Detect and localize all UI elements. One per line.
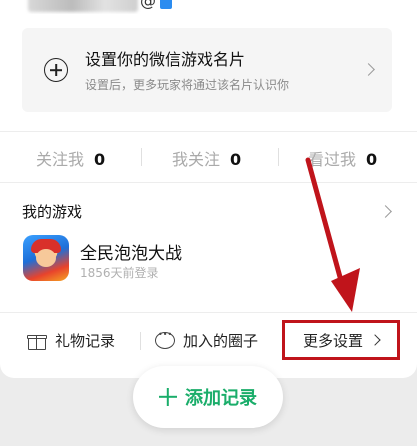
game-name[interactable]: 全民泡泡大战 <box>80 239 182 264</box>
game-last-login: 1856天前登录 <box>80 266 159 280</box>
more-settings-label: 更多设置 <box>302 331 363 350</box>
promo-title: 设置你的微信游戏名片 <box>85 50 246 69</box>
stat-followers[interactable]: 关注我 0 <box>36 146 105 170</box>
divider <box>0 312 417 313</box>
game-card-promo[interactable]: 设置你的微信游戏名片 设置后，更多玩家将通过该名片认识你 <box>22 28 392 112</box>
promo-subtitle: 设置后，更多玩家将通过该名片认识你 <box>85 78 290 92</box>
blurred-badge <box>160 0 172 9</box>
stat-separator <box>141 148 142 166</box>
divider <box>0 131 417 132</box>
joined-circles-label: 加入的圈子 <box>183 332 259 350</box>
joined-circles-button[interactable]: 加入的圈子 <box>155 330 258 351</box>
chevron-right-icon[interactable] <box>379 205 392 218</box>
stats-row: 关注我 0 我关注 0 看过我 0 <box>0 138 417 174</box>
chevron-right-icon <box>362 63 375 76</box>
gift-records-button[interactable]: 礼物记录 <box>27 330 115 351</box>
my-games-title[interactable]: 我的游戏 <box>22 201 82 222</box>
stat-visitors[interactable]: 看过我 0 <box>308 146 377 170</box>
divider <box>0 182 417 183</box>
more-settings-button[interactable]: 更多设置 <box>282 320 400 360</box>
chat-bubble-icon <box>155 330 175 349</box>
gift-icon <box>27 332 47 350</box>
chevron-right-icon <box>369 334 381 346</box>
game-icon-face <box>36 249 56 267</box>
stat-separator <box>278 148 279 166</box>
game-app-icon[interactable] <box>23 235 69 281</box>
blurred-name <box>28 0 138 12</box>
plus-circle-icon <box>44 58 68 82</box>
plus-icon <box>159 388 177 406</box>
gift-records-label: 礼物记录 <box>55 332 116 350</box>
stat-value: 0 <box>230 150 242 169</box>
stat-label: 我关注 <box>172 150 221 169</box>
toolbar-separator <box>140 332 141 350</box>
add-record-button[interactable]: 添加记录 <box>133 366 283 428</box>
stat-label: 关注我 <box>36 150 85 169</box>
masked-profile-name: @ <box>22 0 172 14</box>
add-record-label: 添加记录 <box>185 388 257 409</box>
stat-value: 0 <box>94 150 106 169</box>
stat-label: 看过我 <box>308 150 357 169</box>
at-symbol: @ <box>140 0 156 10</box>
stat-following[interactable]: 我关注 0 <box>172 146 241 170</box>
profile-card: @ 设置你的微信游戏名片 设置后，更多玩家将通过该名片认识你 关注我 0 我关注… <box>0 0 417 378</box>
stat-value: 0 <box>366 150 378 169</box>
